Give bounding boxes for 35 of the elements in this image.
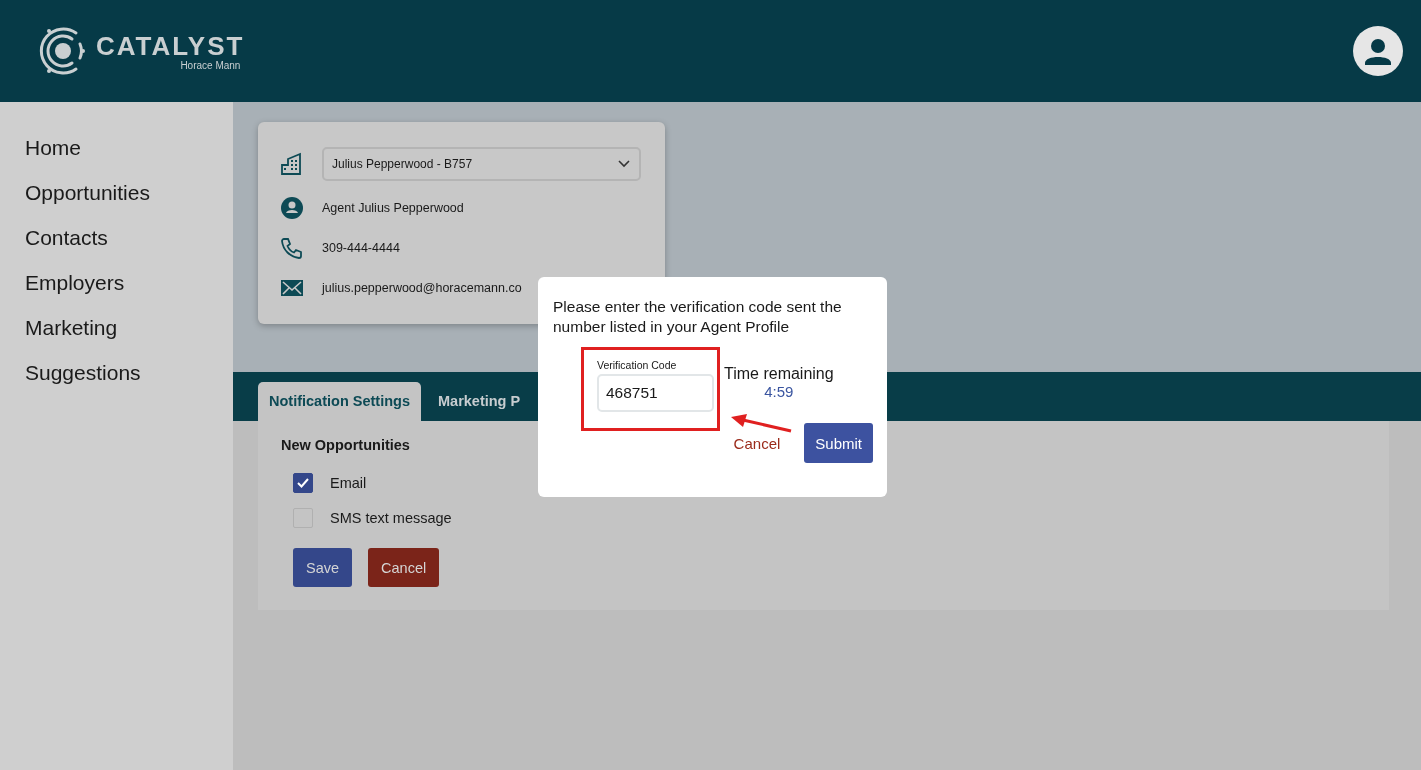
tab[interactable]: Marketing P: [427, 382, 532, 421]
timer-value: 4:59: [764, 383, 794, 400]
chevron-down-icon: [617, 159, 631, 169]
check-icon: [296, 476, 310, 489]
phone-icon: [280, 236, 304, 260]
user-avatar-icon[interactable]: [1353, 26, 1403, 76]
submit-button[interactable]: Submit: [804, 423, 873, 463]
agent-name: Agent Julius Pepperwood: [322, 201, 464, 215]
sidebar-item[interactable]: Contacts: [0, 225, 133, 270]
logo-title: CATALYST: [96, 31, 245, 60]
office-select[interactable]: Julius Pepperwood - B757: [322, 147, 641, 181]
envelope-icon: [280, 278, 304, 298]
building-icon: [280, 152, 304, 176]
timer-label: Time remaining: [724, 365, 834, 383]
dialog-cancel-link[interactable]: Cancel: [733, 434, 781, 452]
section-heading: New Opportunities: [281, 437, 410, 453]
sidebar-item[interactable]: Home: [0, 135, 107, 180]
sidebar-item[interactable]: Marketing: [0, 315, 143, 360]
cancel-button[interactable]: Cancel: [368, 548, 440, 587]
phone-number: 309-444-4444: [322, 241, 400, 255]
save-button[interactable]: Save: [293, 548, 353, 587]
checkbox[interactable]: [293, 472, 313, 493]
arrow: [729, 413, 793, 435]
dialog-message: Please enter the verification code sent the number listed in your Agent Profile: [553, 297, 843, 337]
verification-code-field[interactable]: 468751: [597, 374, 714, 412]
field-label: Verification Code: [597, 359, 678, 371]
logo-subtitle: Horace Mann: [180, 59, 241, 71]
tab[interactable]: Notification Settings: [258, 382, 421, 421]
checkbox-label: SMS text message: [330, 509, 452, 526]
person-icon: [280, 196, 304, 220]
email-address: julius.pepperwood@horacemann.co: [322, 281, 522, 295]
sidebar-item[interactable]: Employers: [0, 270, 150, 315]
sidebar-item[interactable]: Opportunities: [0, 180, 175, 225]
checkbox-label: Email: [330, 474, 367, 491]
sidebar-item[interactable]: Suggestions: [0, 360, 166, 405]
